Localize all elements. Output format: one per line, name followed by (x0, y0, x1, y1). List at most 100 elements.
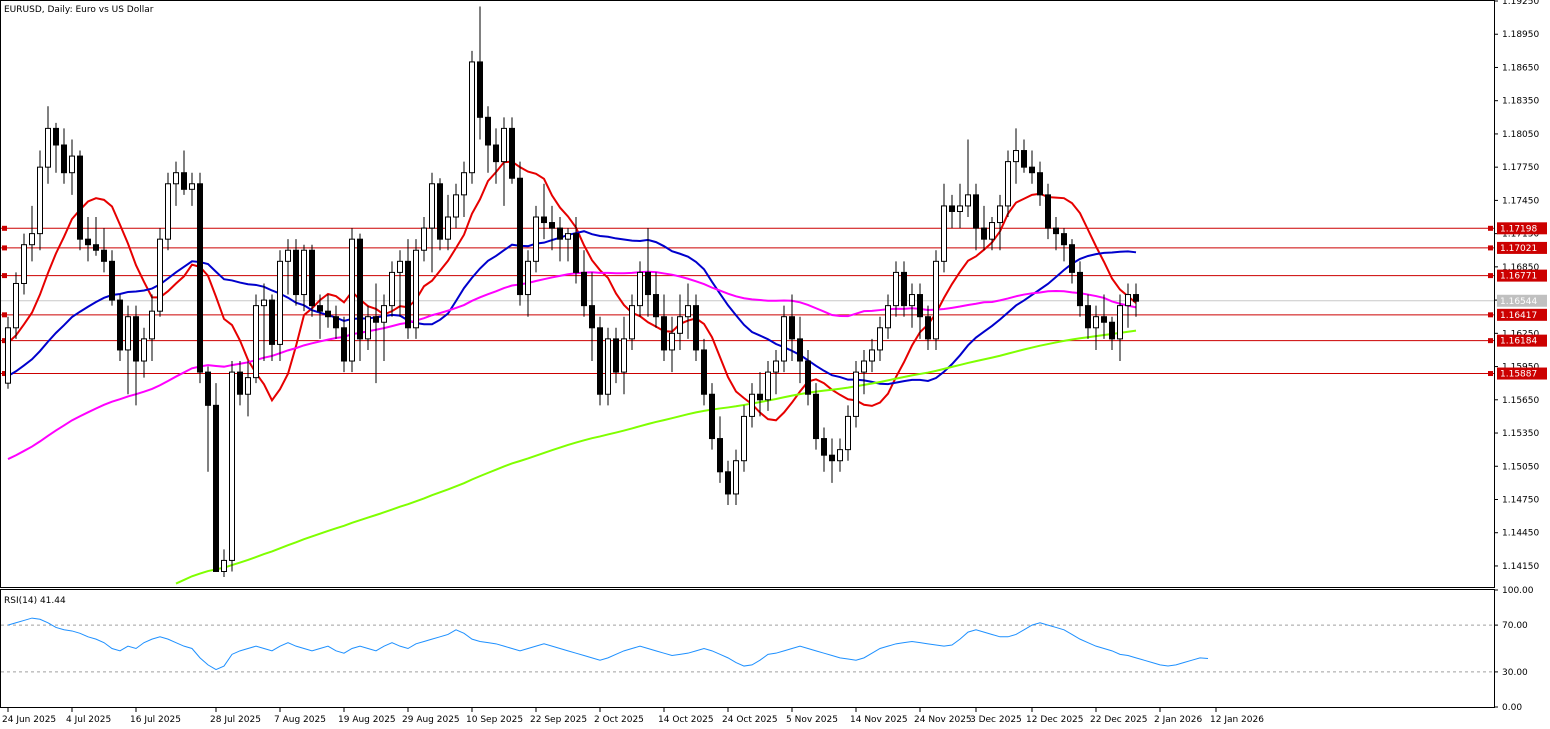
candle-body (165, 183, 171, 240)
candle-body (541, 216, 547, 224)
candle-body (533, 216, 539, 262)
level-marker-left (2, 225, 7, 231)
candle-body (141, 338, 147, 362)
candle-body (261, 299, 267, 307)
level-marker-left (2, 273, 7, 279)
candle-body (709, 393, 715, 440)
candle-body (269, 299, 275, 345)
candle-body (965, 194, 971, 207)
candle-body (1117, 305, 1123, 340)
date-tick-label: 29 Aug 2025 (402, 715, 460, 725)
candle-body (765, 371, 771, 401)
candle-body (1109, 321, 1115, 340)
candle-body (997, 205, 1003, 224)
rsi-line (7, 617, 1209, 671)
candle-body (573, 233, 579, 273)
rsi-tick-label: 30.00 (1502, 668, 1528, 678)
candle-body (925, 316, 931, 340)
date-tick-label: 2 Oct 2025 (594, 715, 644, 725)
candle-body (909, 294, 915, 307)
candle-body (741, 415, 747, 462)
ma-slow-line (7, 270, 1137, 460)
price-tick-label: 1.15650 (1502, 396, 1539, 406)
candle-body (29, 233, 35, 246)
candle-body (253, 305, 259, 379)
candle-body (213, 404, 219, 572)
candle-body (461, 172, 467, 196)
level-marker-right (1488, 225, 1493, 231)
candle-body (101, 249, 107, 262)
candle-body (309, 249, 315, 307)
candle-body (1101, 316, 1107, 323)
candle-body (357, 238, 363, 340)
ma-medium-line (7, 230, 1137, 386)
price-tick-label: 1.18350 (1502, 97, 1539, 107)
price-tick-label: 1.19250 (1502, 0, 1539, 7)
candle-body (861, 360, 867, 373)
price-tick-label: 1.17450 (1502, 196, 1539, 206)
candle-body (1037, 172, 1043, 196)
date-tick-label: 7 Aug 2025 (274, 715, 326, 725)
date-tick-label: 14 Nov 2025 (850, 715, 908, 725)
date-tick-label: 24 Oct 2025 (722, 715, 778, 725)
candle-body (317, 305, 323, 312)
candle-body (133, 316, 139, 362)
level-marker-right (1488, 273, 1493, 279)
candle-body (957, 205, 963, 212)
candle-body (517, 177, 523, 296)
candle-body (301, 249, 307, 296)
candlesticks (5, 6, 1139, 578)
candle-body (805, 360, 811, 395)
candle-body (333, 316, 339, 329)
level-marker-right (1488, 312, 1493, 318)
candle-body (1085, 305, 1091, 329)
candle-body (653, 294, 659, 318)
candle-body (629, 305, 635, 340)
date-tick-label: 16 Jul 2025 (130, 715, 181, 725)
candle-body (1077, 271, 1083, 307)
candle-body (285, 249, 291, 262)
candle-body (661, 316, 667, 351)
price-tick-label: 1.18650 (1502, 63, 1539, 73)
candle-body (405, 260, 411, 329)
candle-body (77, 155, 83, 240)
candle-body (933, 260, 939, 340)
candle-body (125, 316, 131, 351)
candle-body (597, 327, 603, 395)
candle-body (717, 438, 723, 473)
candle-body (1021, 150, 1027, 168)
candle-body (445, 216, 451, 240)
candle-body (293, 249, 299, 296)
level-tag-label: 1.16184 (1500, 337, 1537, 347)
candle-body (501, 127, 507, 163)
candle-body (1053, 227, 1059, 235)
candle-body (173, 172, 179, 185)
price-tick-label: 1.15350 (1502, 429, 1539, 439)
candle-body (701, 349, 707, 395)
candle-body (221, 559, 227, 572)
candle-body (685, 305, 691, 318)
level-marker-right (1488, 245, 1493, 251)
candle-body (93, 244, 99, 251)
candle-body (381, 305, 387, 323)
date-tick-label: 24 Jun 2025 (2, 715, 56, 725)
price-tick-label: 1.18050 (1502, 130, 1539, 140)
candle-body (1061, 233, 1067, 246)
candle-body (277, 260, 283, 345)
candle-body (85, 238, 91, 246)
rsi-title: RSI(14) 41.44 (4, 596, 66, 606)
candle-body (237, 371, 243, 395)
candle-body (1125, 294, 1131, 307)
candle-body (1013, 150, 1019, 163)
date-tick-label: 14 Oct 2025 (658, 715, 714, 725)
candle-body (189, 183, 195, 190)
candle-body (349, 238, 355, 362)
candle-body (205, 371, 211, 406)
date-tick-label: 12 Jan 2026 (1210, 715, 1264, 725)
candle-body (1045, 194, 1051, 229)
level-marker-left (2, 245, 7, 251)
price-tick-label: 1.18950 (1502, 30, 1539, 40)
candle-body (941, 205, 947, 262)
candle-body (949, 205, 955, 212)
candle-body (837, 449, 843, 462)
